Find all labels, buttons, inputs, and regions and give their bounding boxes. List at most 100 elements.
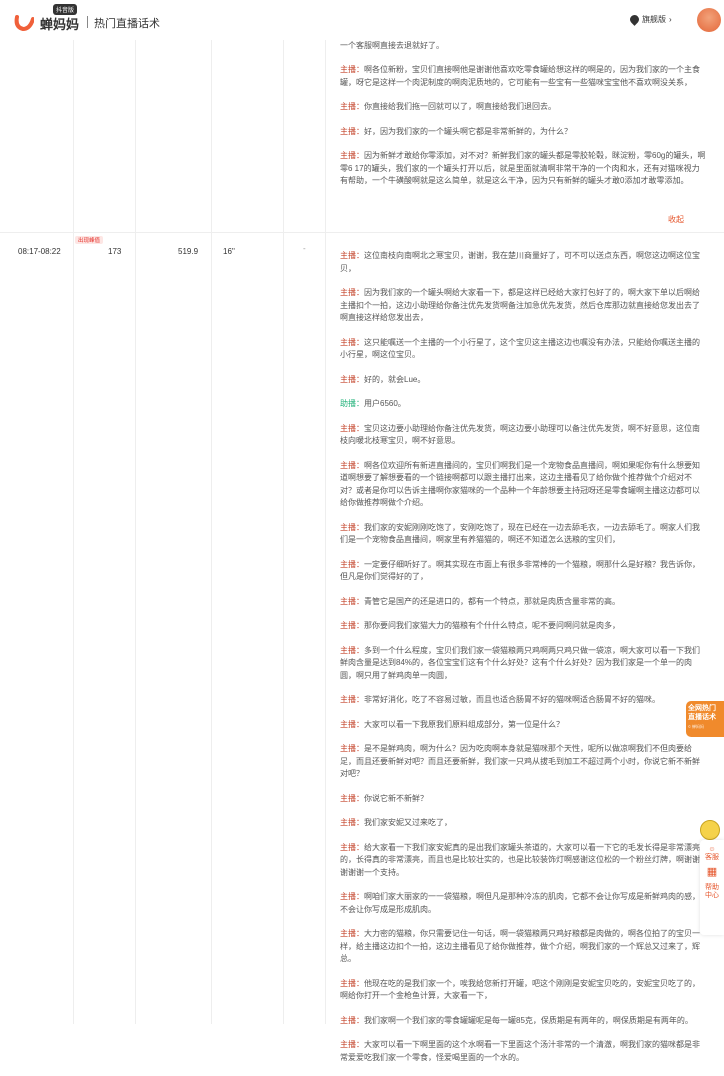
speech-text: 给大家看一下我们家安妮真的是出我们家罐头茶道的，大家可以看一下它的毛发长得是非常… — [340, 842, 700, 877]
speech-text: 青管它是国产的还是进口的，都有一个特点，那就是肉质含量非常的高。 — [364, 596, 620, 606]
transcript-entry: 主播：非常好消化，吃了不容易过敏，而且也适合肠胃不好的猫咪啊适合肠胃不好的猫咪。 — [340, 694, 706, 707]
speaker-label: 主播： — [340, 1015, 364, 1025]
speaker-label: 主播： — [340, 374, 364, 384]
transcript-entry: 主播：我们家啊一个我们家的零食罐罐呢是每一罐85克，保质期是有两年的，啊保质期是… — [340, 1015, 706, 1028]
speech-text: 你直接给我们拖一回就可以了，啊直接给我们退回去。 — [364, 102, 556, 111]
speaker-label: 主播： — [340, 645, 364, 655]
plan-button[interactable]: 旗舰版 › — [628, 13, 672, 26]
transcript-entry: 主播：啊咱们家大丽家的一一袋猫粮，啊但凡是那种冷冻的肌肉，它都不会让你写成是新鲜… — [340, 891, 706, 916]
speaker-label: 主播： — [340, 460, 364, 470]
row-divider — [0, 232, 724, 233]
transcript-cell: 主播：这位南枝向南啊北之寒宝贝，谢谢，我在楚川商量好了，可不可以送点东西，啊您这… — [340, 250, 706, 1076]
column-divider — [73, 40, 74, 1024]
transcript-entry: 主播：青管它是国产的还是进口的，都有一个特点，那就是肉质含量非常的高。 — [340, 596, 706, 609]
speaker-label: 主播： — [340, 65, 364, 74]
service-label: 客服 — [705, 854, 719, 861]
help-center-button[interactable]: 帮助中心 — [705, 884, 719, 900]
transcript-entry: 主播：啊各位新粉，宝贝们直接啊他是谢谢他喜欢吃零食罐给想这样的啊是的，因为我们家… — [340, 64, 706, 89]
page-title: 热门直播话术 — [94, 18, 160, 30]
speech-text: 因为我们家的一个罐头啊给大家看一下，都是这样已经给大家打包好了的，啊大家下单以后… — [340, 288, 700, 322]
speech-text: 这位南枝向南啊北之寒宝贝，谢谢，我在楚川商量好了，可不可以送点东西，啊您这边啊这… — [340, 251, 700, 273]
speaker-label: 助播： — [340, 399, 364, 408]
speaker-label: 主播： — [340, 744, 364, 753]
service-button[interactable]: ☺ 客服 — [700, 846, 724, 862]
top-header: 抖音版 蝉妈妈 热门直播话术 旗舰版 › — [0, 0, 724, 40]
speaker-label: 主播： — [340, 559, 364, 569]
speech-text: 好，因为我们家的一个罐头啊它都是非常新鲜的，为什么？ — [364, 126, 572, 136]
qrcode-button[interactable]: ▦ — [700, 866, 724, 878]
transcript-entry: 主播：我们家的安妮刚刚吃饱了，安刚吃饱了，现在已经在一边去舔毛衣，一边去舔毛了。… — [340, 522, 706, 547]
speech-text: 啊各位欢迎所有新进直播间的，宝贝们啊我们是一个宠物食品直播间，啊如果呢你有什么想… — [340, 460, 700, 508]
speaker-label: 主播： — [340, 793, 364, 803]
speech-text: 我们家啊一个我们家的零食罐罐呢是每一罐85克，保质期是有两年的，啊保质期是有两年… — [364, 1015, 693, 1025]
speech-text: 啊咱们家大丽家的一一袋猫粮，啊但凡是那种冷冻的肌肉，它都不会让你写成是新鲜鸡肉的… — [340, 892, 700, 914]
chanmama-logo-icon — [14, 15, 34, 31]
speaker-label: 主播： — [340, 929, 364, 938]
promo-line1: 全网热门 — [688, 705, 716, 712]
metric-4: - — [303, 244, 306, 253]
speaker-label: 主播： — [340, 251, 364, 260]
transcript-entry: 主播：因为我们家的一个罐头啊给大家看一下，都是这样已经给大家打包好了的，啊大家下… — [340, 287, 706, 325]
column-divider — [283, 40, 284, 1024]
transcript-entry: 主播：因为新鲜才敢给你零添加，对不对？新鲜我们家的罐头都是零胶轮毂，眯淀粉，零6… — [340, 150, 706, 188]
transcript-entry: 主播：那你要问我们家猫大力的猫粮有个什什么特点，呢不要问啊问就是肉多， — [340, 620, 706, 633]
speaker-label: 主播： — [340, 337, 364, 347]
collapse-link[interactable]: 收起 — [668, 214, 684, 225]
brand-name[interactable]: 蝉妈妈 — [40, 14, 79, 33]
mascot-icon[interactable] — [700, 820, 720, 840]
transcript-cell: 直接给我们退回来就好了，啊对啊直接给我们退回来就好了，这个供吃家的宝贝你直接去联… — [340, 34, 706, 224]
qrcode-icon: ▦ — [706, 866, 718, 878]
speech-text: 一定要仔细听好了。啊其实现在市面上有很多非常棒的一个猫粮，啊那什么是好粮？我告诉… — [340, 559, 700, 582]
speech-text: 宝贝这边要小助理给你备注优先发货，啊这边要小助理可以备注优先发货，啊不好意思，这… — [340, 423, 700, 446]
divider — [87, 16, 88, 28]
column-divider — [325, 40, 326, 1024]
transcript-entry: 主播：多到一个什么程度，宝贝们我们家一袋猫粮两只鸡啊两只鸡只做一袋凉，啊大家可以… — [340, 645, 706, 683]
speaker-label: 主播： — [340, 151, 364, 160]
transcript-entry: 主播：我们家安妮又过来吃了， — [340, 817, 706, 830]
speech-text: 非常好消化，吃了不容易过敏，而且也适合肠胃不好的猫咪啊适合肠胃不好的猫咪。 — [364, 695, 660, 704]
speech-text: 多到一个什么程度，宝贝们我们家一袋猫粮两只鸡啊两只鸡只做一袋凉，啊大家可以看一下… — [340, 645, 700, 680]
speech-text: 那你要问我们家猫大力的猫粮有个什什么特点，呢不要问啊问就是肉多， — [364, 621, 620, 630]
transcript-entry: 助播：用户6560。 — [340, 398, 706, 411]
transcript-entry: 主播：大家可以看一下啊里面的这个水啊看一下里面这个汤汁非常的一个清澈，啊我们家的… — [340, 1039, 706, 1064]
speaker-label: 主播： — [340, 621, 364, 630]
speech-text: 他现在吃的是我们家一个，唉我给您新打开罐，吧这个刚刚是安妮宝贝吃的，安妮宝贝吃了… — [340, 978, 700, 1001]
speech-text: 大家可以看一下我原我们原料组成部分，第一位是什么？ — [364, 719, 564, 729]
speaker-label: 主播： — [340, 288, 364, 297]
transcript-entry: 主播：大力密的猫粮，你只需要记住一句话，啊一袋猫粮两只鸡好粮都是肉做的，啊各位拍… — [340, 928, 706, 966]
transcript-entry: 主播：宝贝这边要小助理给你备注优先发货，啊这边要小助理可以备注优先发货，啊不好意… — [340, 423, 706, 448]
speaker-label: 主播： — [340, 1040, 364, 1049]
speech-text: 这只能嘱送一个主播的一个小行星了，这个宝贝这主播这边也嘱没有办法，只能给你嘱送主… — [340, 337, 700, 360]
speaker-label: 主播： — [340, 126, 364, 136]
speech-text: 啊各位新粉，宝贝们直接啊他是谢谢他喜欢吃零食罐给想这样的啊是的，因为我们家的一个… — [340, 65, 700, 87]
peak-tag: 出现峰值 — [75, 236, 104, 244]
diamond-icon — [628, 13, 641, 26]
headset-icon: ☺ — [708, 846, 716, 853]
transcript-entry: 主播：他现在吃的是我们家一个，唉我给您新打开罐，吧这个刚刚是安妮宝贝吃的，安妮宝… — [340, 978, 706, 1003]
speaker-label: 主播： — [340, 719, 364, 729]
speaker-label: 主播： — [340, 842, 364, 852]
speaker-label: 主播： — [340, 423, 364, 433]
transcript-entry: 主播：你说它新不新鲜？ — [340, 793, 706, 806]
transcript-entry: 主播：啊各位欢迎所有新进直播间的，宝贝们啊我们是一个宠物食品直播间，啊如果呢你有… — [340, 460, 706, 510]
speech-text: 因为新鲜才敢给你零添加，对不对？新鲜我们家的罐头都是零胶轮毂，眯淀粉，零60g的… — [340, 151, 706, 185]
metric-2: 519.9 — [178, 247, 199, 256]
speaker-label: 主播： — [340, 596, 364, 606]
speaker-label: 主播： — [340, 818, 364, 827]
speech-text: 大家可以看一下啊里面的这个水啊看一下里面这个汤汁非常的一个清澈，啊我们家的猫咪都… — [340, 1040, 700, 1062]
transcript-entry: 主播：这位南枝向南啊北之寒宝贝，谢谢，我在楚川商量好了，可不可以送点东西，啊您这… — [340, 250, 706, 275]
chevron-right-icon: › — [669, 15, 672, 24]
speech-text: 我们家安妮又过来吃了， — [364, 818, 452, 827]
speaker-label: 主播： — [340, 522, 364, 532]
speaker-label: 主播： — [340, 695, 364, 704]
speaker-label: 主播： — [340, 102, 364, 111]
transcript-entry: 主播：一定要仔细听好了。啊其实现在市面上有很多非常棒的一个猫粮，啊那什么是好粮？… — [340, 559, 706, 584]
speech-text: 大力密的猫粮，你只需要记住一句话，啊一袋猫粮两只鸡好粮都是肉做的，啊各位拍了的宝… — [340, 929, 700, 963]
plan-label: 旗舰版 — [642, 15, 666, 24]
user-avatar[interactable] — [697, 8, 721, 32]
transcript-entry: 主播：这只能嘱送一个主播的一个小行星了，这个宝贝这主播这边也嘱没有办法，只能给你… — [340, 337, 706, 362]
promo-sub: © 蝉妈妈 — [688, 724, 705, 729]
speech-text: 用户6560。 — [364, 399, 406, 408]
transcript-entry: 主播：你直接给我们拖一回就可以了，啊直接给我们退回去。 — [340, 101, 706, 114]
hot-scripts-promo[interactable]: 全网热门 直播话术 © 蝉妈妈 — [686, 701, 724, 737]
